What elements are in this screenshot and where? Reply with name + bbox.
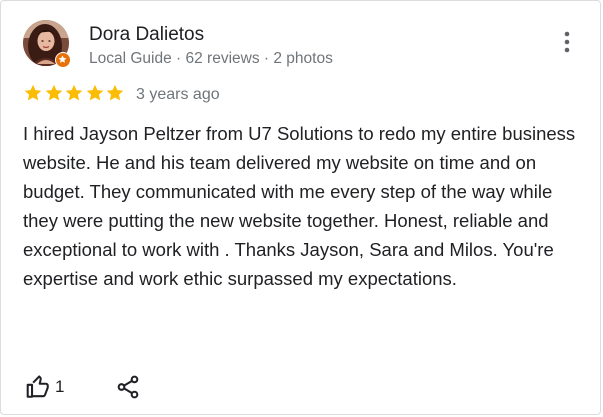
local-guide-star-icon bbox=[58, 55, 67, 63]
star-icon bbox=[24, 84, 42, 101]
review-date: 3 years ago bbox=[136, 86, 220, 103]
star-icon bbox=[107, 84, 124, 101]
star-rating bbox=[23, 81, 126, 105]
star-icon bbox=[86, 84, 104, 101]
review-card: Dora Dalietos Local Guide · 62 reviews ·… bbox=[0, 0, 601, 415]
review-text: I hired Jayson Peltzer from U7 Solutions… bbox=[23, 123, 576, 289]
more-options-button[interactable] bbox=[555, 29, 579, 55]
like-count: 1 bbox=[55, 377, 65, 396]
reviewer-meta: Local Guide · 62 reviews · 2 photos bbox=[89, 50, 333, 67]
reviewer-avatar-wrap[interactable] bbox=[23, 20, 71, 68]
more-vert-icon bbox=[564, 31, 570, 53]
local-guide-badge bbox=[55, 52, 71, 68]
reviewer-name[interactable]: Dora Dalietos bbox=[89, 23, 204, 47]
share-button[interactable] bbox=[115, 374, 141, 400]
star-icon bbox=[65, 84, 83, 101]
star-icon bbox=[45, 84, 62, 101]
share-icon bbox=[118, 375, 139, 399]
thumb-up-icon bbox=[26, 375, 49, 398]
review-actions: 1 bbox=[25, 372, 141, 402]
like-button[interactable]: 1 bbox=[25, 374, 64, 400]
